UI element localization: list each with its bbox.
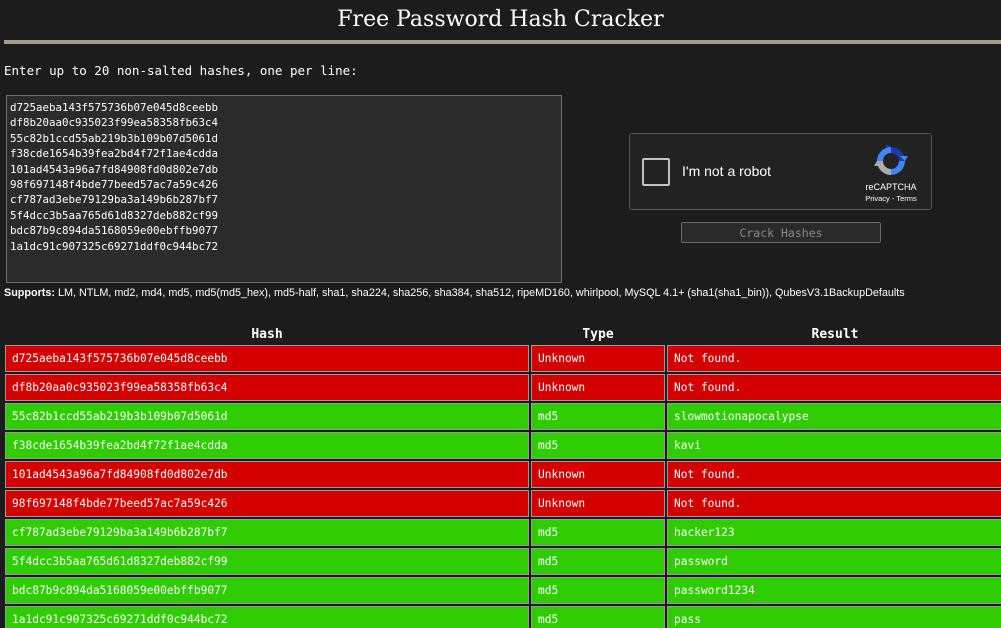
hash-cell: f38cde1654b39fea2bd4f72f1ae4cdda — [5, 432, 529, 459]
supported-algorithms: Supports: LM, NTLM, md2, md4, md5, md5(m… — [4, 287, 994, 300]
hash-cell: 1a1dc91c907325c69271ddf0c944bc72 — [5, 606, 529, 628]
type-cell: Unknown — [531, 345, 665, 372]
hash-cell: 5f4dcc3b5aa765d61d8327deb882cf99 — [5, 548, 529, 575]
hash-cell: cf787ad3ebe79129ba3a149b6b287bf7 — [5, 519, 529, 546]
title-divider — [4, 40, 1001, 44]
column-header-hash: Hash — [251, 327, 283, 342]
supports-label: Supports: — [4, 287, 55, 299]
page-title: Free Password Hash Cracker — [337, 7, 664, 32]
captcha-privacy-terms-link[interactable]: Privacy - Terms — [856, 194, 926, 203]
result-cell: Not found. — [667, 374, 1001, 401]
table-row: cf787ad3ebe79129ba3a149b6b287bf7 md5 hac… — [5, 519, 1001, 546]
type-cell: md5 — [531, 519, 665, 546]
supports-list: LM, NTLM, md2, md4, md5, md5(md5_hex), m… — [57, 287, 905, 299]
table-row: bdc87b9c894da5168059e00ebffb9077 md5 pas… — [5, 577, 1001, 604]
captcha-checkbox[interactable] — [642, 158, 670, 186]
result-cell: password — [667, 548, 1001, 575]
crack-hashes-button[interactable]: Crack Hashes — [681, 222, 881, 243]
hash-cell: df8b20aa0c935023f99ea58358fb63c4 — [5, 374, 529, 401]
table-row: 98f697148f4bde77beed57ac7a59c426 Unknown… — [5, 490, 1001, 517]
result-cell: Not found. — [667, 345, 1001, 372]
table-row: 101ad4543a96a7fd84908fd0d802e7db Unknown… — [5, 461, 1001, 488]
type-cell: md5 — [531, 548, 665, 575]
recaptcha-logo-icon — [874, 144, 908, 175]
type-cell: md5 — [531, 403, 665, 430]
column-header-result: Result — [811, 327, 859, 342]
instructions-text: Enter up to 20 non-salted hashes, one pe… — [4, 63, 358, 78]
table-row: f38cde1654b39fea2bd4f72f1ae4cdda md5 kav… — [5, 432, 1001, 459]
column-header-type: Type — [582, 327, 614, 342]
table-row: 5f4dcc3b5aa765d61d8327deb882cf99 md5 pas… — [5, 548, 1001, 575]
type-cell: md5 — [531, 577, 665, 604]
hash-cell: 101ad4543a96a7fd84908fd0d802e7db — [5, 461, 529, 488]
result-cell: Not found. — [667, 461, 1001, 488]
type-cell: md5 — [531, 606, 665, 628]
hash-cell: bdc87b9c894da5168059e00ebffb9077 — [5, 577, 529, 604]
type-cell: Unknown — [531, 461, 665, 488]
page: Free Password Hash Cracker Enter up to 2… — [0, 0, 1001, 628]
results-header-row: Hash Type Result — [5, 326, 1001, 343]
result-cell: kavi — [667, 432, 1001, 459]
type-cell: md5 — [531, 432, 665, 459]
captcha-label: I'm not a robot — [682, 163, 772, 179]
hash-cell: d725aeba143f575736b07e045d8ceebb — [5, 345, 529, 372]
table-row: d725aeba143f575736b07e045d8ceebb Unknown… — [5, 345, 1001, 372]
type-cell: Unknown — [531, 490, 665, 517]
recaptcha-widget: I'm not a robot reCAPTCHA Privacy - Term… — [629, 133, 932, 210]
result-cell: pass — [667, 606, 1001, 628]
result-cell: hacker123 — [667, 519, 1001, 546]
result-cell: password1234 — [667, 577, 1001, 604]
result-cell: slowmotionapocalypse — [667, 403, 1001, 430]
results-table: Hash Type Result d725aeba143f575736b07e0… — [3, 324, 1001, 628]
captcha-brand: reCAPTCHA — [865, 182, 917, 192]
table-row: df8b20aa0c935023f99ea58358fb63c4 Unknown… — [5, 374, 1001, 401]
table-row: 55c82b1ccd55ab219b3b109b07d5061d md5 slo… — [5, 403, 1001, 430]
hash-cell: 98f697148f4bde77beed57ac7a59c426 — [5, 490, 529, 517]
type-cell: Unknown — [531, 374, 665, 401]
hash-input[interactable]: d725aeba143f575736b07e045d8ceebb df8b20a… — [6, 95, 562, 283]
result-cell: Not found. — [667, 490, 1001, 517]
table-row: 1a1dc91c907325c69271ddf0c944bc72 md5 pas… — [5, 606, 1001, 628]
hash-cell: 55c82b1ccd55ab219b3b109b07d5061d — [5, 403, 529, 430]
